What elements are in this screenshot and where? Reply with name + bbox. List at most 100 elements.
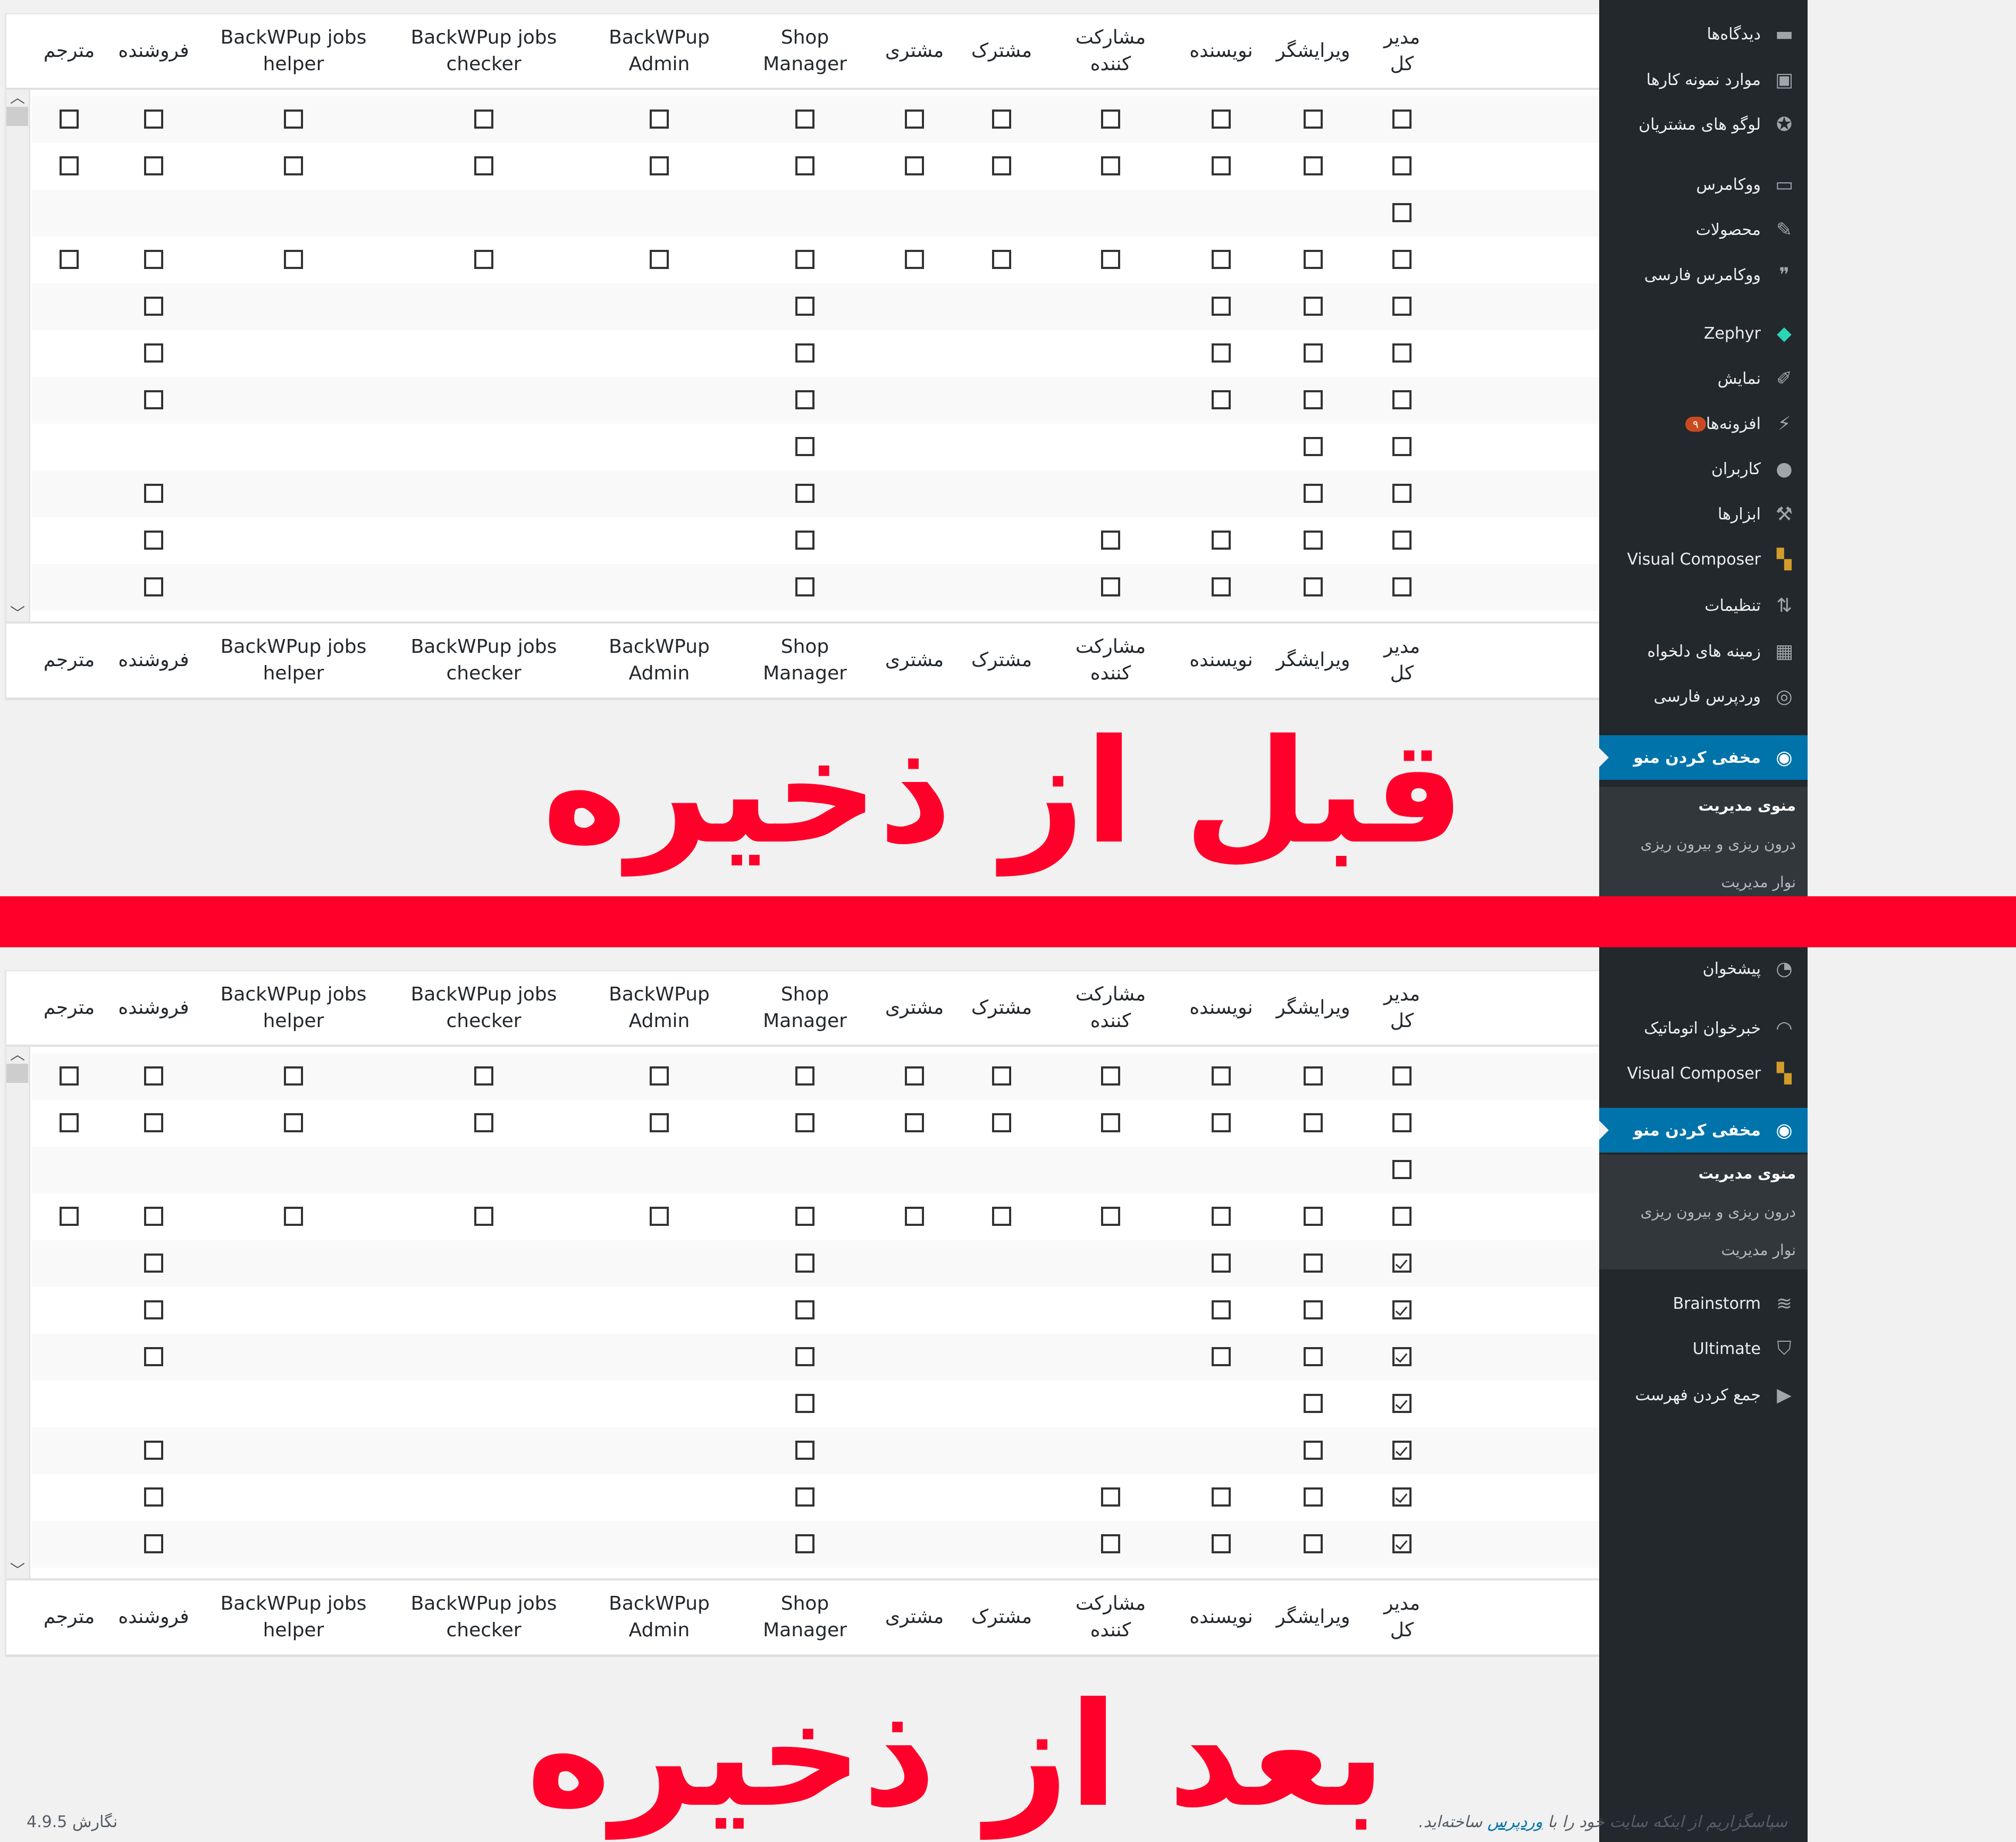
checkbox-editor[interactable] [1304,156,1323,175]
checkbox-seller[interactable] [144,110,163,129]
checkbox-translator[interactable] [60,110,79,129]
sidebar-item-settings[interactable]: تنظیمات ⇅ [1599,583,1808,628]
checkbox-admin[interactable] [1392,1207,1412,1226]
checkbox-editor[interactable] [1304,437,1323,456]
checkbox-backwpup_checker[interactable] [474,156,493,175]
checkbox-shop_manager[interactable] [795,1113,814,1132]
checkbox-editor[interactable] [1304,297,1323,316]
checkbox-shop_manager[interactable] [795,250,814,269]
checkbox-contributor[interactable] [1101,1534,1120,1553]
checkbox-admin[interactable] [1392,203,1412,222]
checkbox-author[interactable] [1212,297,1231,316]
sidebar-item-eye-slash[interactable]: مخفی کردن منو ◉ [1599,1108,1808,1153]
checkbox-backwpup_admin[interactable] [650,1066,669,1086]
sidebar-item-award[interactable]: لوگو های مشتریان ✪ [1599,102,1808,147]
checkbox-admin[interactable] [1392,437,1412,456]
checkbox-seller[interactable] [144,156,163,175]
checkbox-shop_manager[interactable] [795,297,814,316]
checkbox-author[interactable] [1212,250,1231,269]
scrollbar[interactable]: ︿ ﹀ [6,1047,30,1578]
checkbox-author[interactable] [1212,1066,1231,1086]
checkbox-author[interactable] [1212,1300,1231,1319]
submenu-item[interactable]: درون ریزی و بیرون ریزی [1599,825,1808,863]
checkbox-seller[interactable] [144,297,163,316]
checkbox-customer[interactable] [905,156,924,175]
checkbox-editor[interactable] [1304,250,1323,269]
sidebar-item-vc[interactable]: Visual Composer ▚ [1599,1051,1808,1096]
checkbox-shop_manager[interactable] [795,1300,814,1319]
checkbox-contributor[interactable] [1101,577,1120,596]
checkbox-contributor[interactable] [1101,156,1120,175]
checkbox-backwpup_helper[interactable] [284,1113,303,1132]
checkbox-backwpup_admin[interactable] [650,1113,669,1132]
checkbox-subscriber[interactable] [992,250,1011,269]
checkbox-author[interactable] [1212,1254,1231,1273]
checkbox-contributor[interactable] [1101,110,1120,129]
checkbox-customer[interactable] [905,1113,924,1132]
checkbox-backwpup_admin[interactable] [650,110,669,129]
checkbox-backwpup_helper[interactable] [284,250,303,269]
checkbox-subscriber[interactable] [992,1207,1011,1226]
checkbox-contributor[interactable] [1101,1113,1120,1132]
checkbox-editor[interactable] [1304,484,1323,503]
checkbox-shop_manager[interactable] [795,484,814,503]
submenu-item[interactable]: منوی مدیریت [1599,787,1808,825]
sidebar-item-portfolio[interactable]: موارد نمونه کارها ▣ [1599,57,1808,102]
checkbox-contributor[interactable] [1101,250,1120,269]
checkbox-shop_manager[interactable] [795,110,814,129]
checkbox-editor[interactable] [1304,577,1323,596]
checkbox-seller[interactable] [144,484,163,503]
checkbox-editor[interactable] [1304,110,1323,129]
checkbox-backwpup_helper[interactable] [284,1207,303,1226]
scroll-down-icon[interactable]: ﹀ [6,1562,29,1578]
checkbox-shop_manager[interactable] [795,437,814,456]
sidebar-item-pin[interactable]: محصولات ✎ [1599,207,1808,252]
checkbox-editor[interactable] [1304,343,1323,363]
submenu-item[interactable]: منوی مدیریت [1599,1155,1808,1193]
sidebar-item-brainstorm[interactable]: Brainstorm ≋ [1599,1281,1808,1326]
sidebar-item-wrench[interactable]: ابزارها ⚒ [1599,492,1808,536]
checkbox-shop_manager[interactable] [795,1394,814,1413]
scroll-up-icon[interactable]: ︿ [6,90,29,106]
checkbox-seller[interactable] [144,1066,163,1086]
sidebar-item-gem[interactable]: Zephyr ◆ [1599,311,1808,356]
checkbox-editor[interactable] [1304,1207,1323,1226]
checkbox-backwpup_checker[interactable] [474,1066,493,1086]
checkbox-seller[interactable] [144,1347,163,1366]
checkbox-customer[interactable] [905,1066,924,1086]
sidebar-item-rss[interactable]: خبرخوان اتوماتیک ◠ [1599,1006,1808,1050]
scroll-up-icon[interactable]: ︿ [6,1047,29,1063]
checkbox-admin[interactable] [1392,156,1412,175]
checkbox-translator[interactable] [60,1113,79,1132]
checkbox-shop_manager[interactable] [795,343,814,363]
sidebar-item-collapse[interactable]: جمع کردن فهرست ▶ [1599,1373,1808,1417]
wordpress-link[interactable]: وردپرس [1488,1813,1543,1831]
checkbox-editor[interactable] [1304,1394,1323,1413]
checkbox-subscriber[interactable] [992,1113,1011,1132]
checkbox-translator[interactable] [60,1207,79,1226]
checkbox-seller[interactable] [144,1254,163,1273]
sidebar-item-vc[interactable]: Visual Composer ▚ [1599,537,1808,582]
checkbox-admin[interactable] [1392,110,1412,129]
checkbox-author[interactable] [1212,110,1231,129]
checkbox-admin[interactable] [1392,1394,1412,1413]
checkbox-backwpup_checker[interactable] [474,1113,493,1132]
checkbox-customer[interactable] [905,110,924,129]
checkbox-author[interactable] [1212,531,1231,550]
checkbox-translator[interactable] [60,250,79,269]
checkbox-admin[interactable] [1392,297,1412,316]
checkbox-admin[interactable] [1392,1113,1412,1132]
checkbox-contributor[interactable] [1101,1207,1120,1226]
sidebar-item-plugin[interactable]: افزونه‌ها۹ ⚡ [1599,401,1808,446]
checkbox-shop_manager[interactable] [795,390,814,409]
sidebar-item-shield[interactable]: Ultimate ⛉ [1599,1326,1808,1371]
checkbox-admin[interactable] [1392,1441,1412,1460]
checkbox-backwpup_helper[interactable] [284,156,303,175]
checkbox-shop_manager[interactable] [795,1066,814,1086]
checkbox-seller[interactable] [144,390,163,409]
checkbox-shop_manager[interactable] [795,531,814,550]
sidebar-item-brush[interactable]: نمایش ✐ [1599,356,1808,401]
checkbox-shop_manager[interactable] [795,1207,814,1226]
checkbox-translator[interactable] [60,156,79,175]
checkbox-seller[interactable] [144,577,163,596]
